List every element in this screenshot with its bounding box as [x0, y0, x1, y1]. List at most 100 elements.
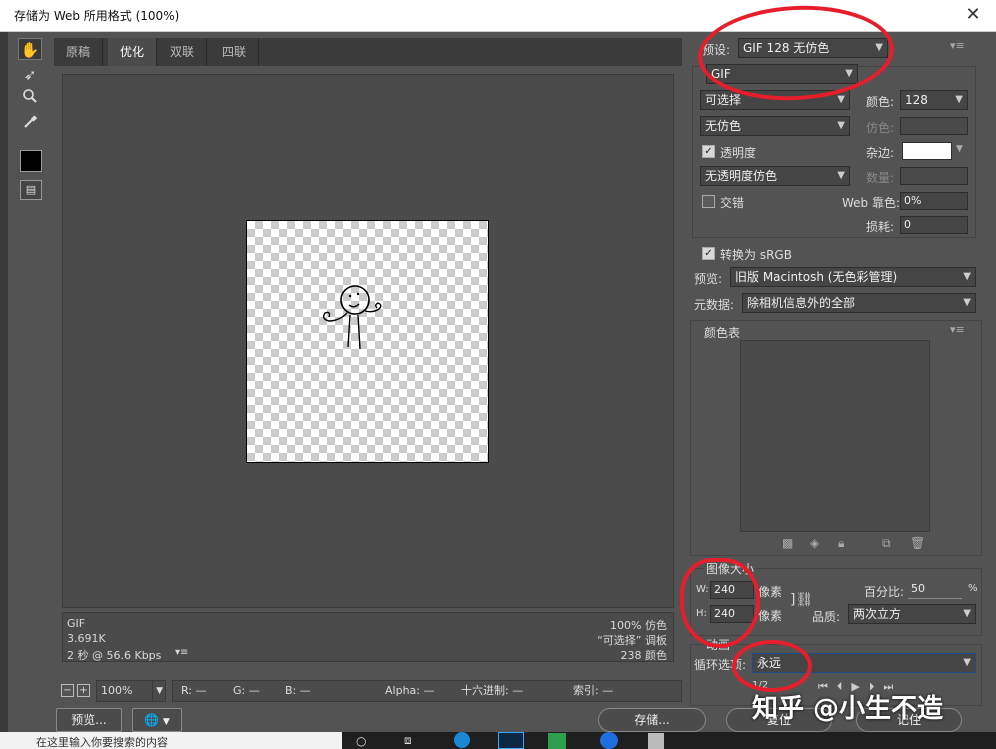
transparency-dither-select[interactable]: 无透明度仿色 ▼ [700, 166, 850, 186]
eyedropper-color-swatch[interactable] [20, 150, 42, 172]
metadata-label: 元数据: [694, 298, 735, 312]
lossy-label: 损耗: [866, 220, 895, 234]
panel-menu-icon[interactable]: ▾≡ [950, 39, 965, 52]
color-table-label: 颜色表 [704, 326, 741, 340]
zoom-select[interactable]: 100% ▼ [96, 680, 166, 702]
app-icon[interactable] [548, 733, 566, 749]
preview-profile-value: 旧版 Macintosh (无色彩管理) [735, 270, 898, 284]
info-dither: 100% 仿色 [610, 619, 667, 632]
app-icon-2[interactable] [600, 732, 618, 749]
trash-icon[interactable]: 🗑︎ [910, 536, 925, 550]
dither-algorithm-value: 无仿色 [705, 119, 742, 133]
preview-in-browser-button[interactable]: 预览... [56, 708, 122, 732]
preview-label: 预览: [694, 272, 723, 286]
readout-alpha: Alpha: — [385, 684, 435, 697]
color-table-menu-icon[interactable]: ▾≡ [950, 323, 965, 336]
preview-profile-select[interactable]: 旧版 Macintosh (无色彩管理) ▼ [730, 267, 976, 287]
windows-taskbar: 在这里输入你要搜索的内容 ○ ⧈ [0, 732, 996, 749]
colors-select[interactable]: 128 ▼ [900, 90, 968, 110]
tab-4up[interactable]: 四联 [210, 38, 260, 66]
percent-unit: % [968, 583, 978, 594]
task-view-icon[interactable]: ⧈ [404, 733, 412, 748]
browser-select-button[interactable]: 🌐 ▼ [132, 708, 182, 732]
image-preview[interactable] [246, 220, 489, 463]
lossy-field[interactable]: 0 [900, 216, 968, 234]
link-constrain-icon[interactable]: ]⛓ [790, 592, 813, 608]
zoom-value: 100% [101, 684, 133, 697]
percent-value: 50 [911, 582, 925, 595]
readout-r: R: — [181, 684, 207, 697]
close-icon[interactable]: ✕ [958, 0, 988, 32]
dialog-actions: 预览... 🌐 ▼ 存储... [54, 706, 706, 732]
convert-srgb-label: 转换为 sRGB [720, 248, 792, 262]
background-app-strip [0, 32, 8, 732]
convert-srgb-checkbox[interactable]: ✓ [702, 247, 715, 260]
web-snap-field[interactable]: 0% [900, 192, 968, 210]
globe-icon: 🌐 [144, 713, 160, 727]
amount-label: 数量: [866, 171, 895, 185]
color-readout: R: — G: — B: — Alpha: — 十六进制: — 索引: — [172, 680, 682, 702]
metadata-select[interactable]: 除相机信息外的全部 ▼ [742, 293, 976, 313]
dither-field [900, 117, 968, 135]
percent-field[interactable]: 50 [908, 581, 962, 599]
annotation-circle-loop [732, 640, 812, 692]
interlaced-label: 交错 [720, 196, 745, 210]
eyedropper-tool-icon[interactable] [18, 114, 42, 136]
info-palette: “可选择” 调板 [597, 634, 667, 647]
chevron-down-icon[interactable]: ▼ [956, 144, 963, 154]
new-color-icon[interactable]: ⧉ [882, 536, 891, 551]
tab-optimized[interactable]: 优化 [108, 38, 158, 66]
readout-hex: 十六进制: — [461, 684, 524, 697]
chevron-down-icon: ▼ [963, 608, 971, 619]
edge-icon[interactable] [454, 732, 470, 748]
chevron-down-icon: ▼ [963, 297, 971, 308]
colors-value: 128 [905, 93, 928, 107]
search-placeholder: 在这里输入你要搜索的内容 [36, 736, 168, 749]
interlaced-checkbox[interactable] [702, 195, 715, 208]
transparency-dither-value: 无透明度仿色 [705, 169, 778, 183]
optimization-info: GIF 3.691K 2 秒 @ 56.6 Kbps ▾≡ 100% 仿色 “可… [62, 612, 674, 662]
quality-value: 两次立方 [853, 607, 902, 621]
readout-g: G: — [233, 684, 260, 697]
info-download-time: 2 秒 @ 56.6 Kbps [67, 649, 162, 662]
app-icon-3[interactable] [648, 733, 664, 749]
quality-select[interactable]: 两次立方 ▼ [848, 604, 976, 624]
zoom-in-button[interactable]: + [77, 684, 90, 697]
annotation-circle-size [680, 558, 760, 648]
transparency-label: 透明度 [720, 146, 757, 160]
zoom-tool-icon[interactable] [18, 88, 42, 110]
tab-2up[interactable]: 双联 [158, 38, 208, 66]
transparency-checkbox[interactable]: ✓ [702, 145, 715, 158]
zoom-out-button[interactable]: − [61, 684, 74, 697]
tab-original[interactable]: 原稿 [54, 38, 104, 66]
toggle-slices-icon[interactable]: ▤ [20, 180, 42, 200]
readout-b: B: — [285, 684, 311, 697]
dither-algorithm-select[interactable]: 无仿色 ▼ [700, 116, 850, 136]
info-colors: 238 颜色 [620, 649, 668, 662]
search-icon[interactable]: ○ [356, 734, 366, 748]
chevron-down-icon: ▼ [837, 120, 845, 131]
web-snap-value: 0% [904, 194, 922, 207]
status-bar: − + 100% ▼ R: — G: — B: — Alpha: — 十六进制:… [54, 676, 682, 702]
slice-select-tool-icon[interactable]: ➶ [18, 64, 42, 86]
metadata-value: 除相机信息外的全部 [747, 296, 856, 310]
width-unit: 像素 [758, 585, 783, 599]
hand-tool-icon[interactable]: ✋ [18, 38, 42, 60]
map-to-transparent-icon[interactable]: ▩ [782, 536, 793, 550]
readout-index: 索引: — [573, 684, 614, 697]
chevron-down-icon: ▼ [152, 681, 163, 701]
photoshop-icon[interactable] [498, 732, 524, 749]
colors-label: 颜色: [866, 95, 895, 109]
color-reduction-value: 可选择 [705, 93, 742, 107]
web-shift-icon[interactable]: ◈ [810, 536, 819, 550]
quality-label: 品质: [812, 610, 841, 624]
watermark: 知乎 @小生不造 [752, 694, 944, 724]
matte-color-swatch[interactable] [902, 142, 952, 160]
color-table-grid[interactable] [740, 340, 930, 532]
chevron-down-icon: ▼ [162, 717, 170, 727]
taskbar-search-input[interactable]: 在这里输入你要搜索的内容 [0, 732, 342, 749]
lock-icon[interactable]: 🔒︎ [838, 536, 844, 551]
info-menu-icon[interactable]: ▾≡ [175, 647, 188, 658]
percent-label: 百分比: [864, 585, 905, 599]
height-unit: 像素 [758, 609, 783, 623]
